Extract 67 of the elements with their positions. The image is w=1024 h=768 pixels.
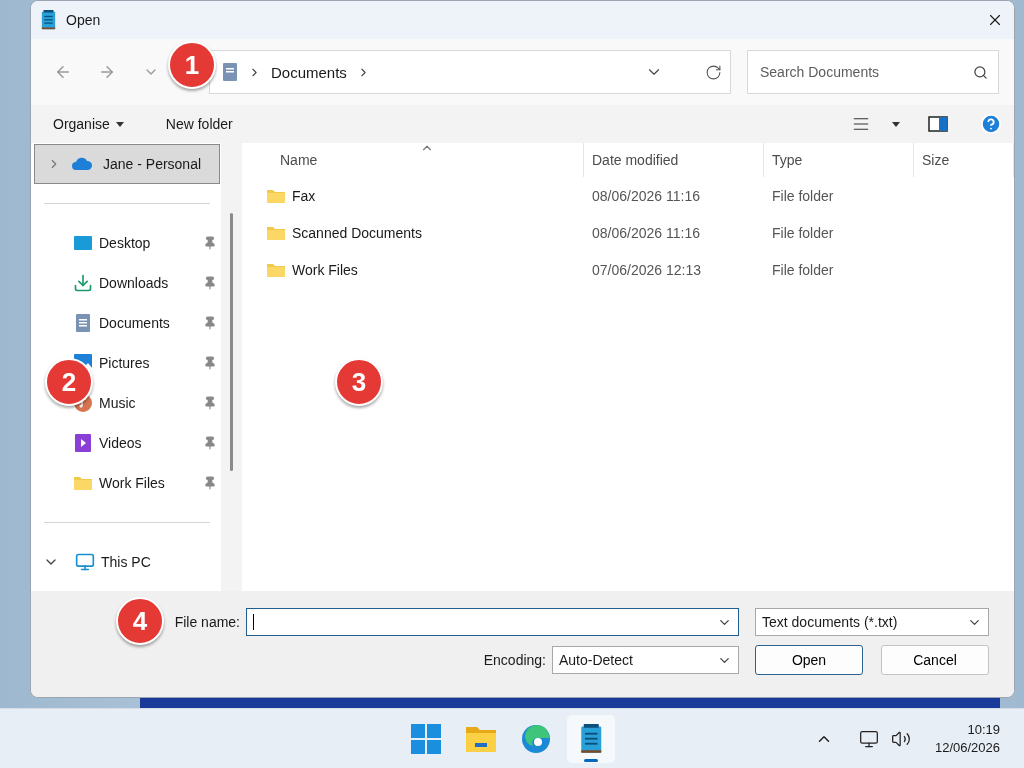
table-cell-text: File folder bbox=[771, 224, 835, 241]
download-icon bbox=[73, 273, 93, 293]
document-icon bbox=[73, 313, 93, 333]
organise-menu[interactable]: Organise bbox=[41, 112, 136, 136]
table-cell-text: 08/06/2026 11:16 bbox=[591, 224, 701, 241]
file-type-dropdown[interactable]: Text documents (*.txt) bbox=[755, 608, 989, 636]
windows-logo-icon bbox=[411, 723, 441, 754]
notepad-icon bbox=[579, 723, 603, 754]
clock[interactable]: 10:19 12/06/2026 bbox=[934, 720, 1000, 757]
table-cell-text: File folder bbox=[771, 187, 835, 204]
file-name[interactable]: Work Files bbox=[292, 261, 358, 278]
file-name[interactable]: Fax bbox=[292, 187, 316, 204]
field-label: Encoding: bbox=[483, 652, 546, 668]
forward-icon[interactable] bbox=[98, 63, 116, 81]
search-input[interactable]: Search Documents bbox=[758, 63, 973, 81]
column-header[interactable]: Type bbox=[764, 143, 914, 177]
table-cell-text: File folder bbox=[771, 261, 835, 278]
column-header[interactable]: Date modified bbox=[584, 143, 764, 177]
file-name-field[interactable] bbox=[246, 608, 739, 636]
new-folder-button[interactable]: New folder bbox=[153, 112, 245, 136]
back-icon[interactable] bbox=[54, 63, 72, 81]
sidebar-item[interactable]: This PC bbox=[31, 542, 221, 582]
table-cell-text: 08/06/2026 11:16 bbox=[591, 187, 701, 204]
folder-icon bbox=[266, 261, 286, 278]
file-name[interactable]: Scanned Documents bbox=[292, 224, 422, 241]
table-cell-text: 07/06/2026 12:13 bbox=[591, 261, 702, 278]
sidebar-item[interactable]: Music bbox=[99, 395, 197, 411]
desktop-icon bbox=[73, 234, 93, 252]
breadcrumb-item[interactable]: Documents bbox=[271, 63, 347, 81]
view-menu-icon[interactable] bbox=[852, 115, 870, 133]
cloud-icon bbox=[71, 157, 93, 171]
sidebar-item[interactable]: Jane - Personal bbox=[34, 144, 220, 184]
address-bar[interactable]: Documents bbox=[209, 50, 731, 94]
scrollbar-thumb[interactable] bbox=[229, 213, 233, 471]
preview-pane-icon[interactable] bbox=[928, 116, 948, 132]
sidebar-item[interactable]: Downloads bbox=[99, 275, 197, 291]
video-icon bbox=[73, 433, 93, 453]
refresh-icon[interactable] bbox=[705, 63, 722, 81]
notepad-icon bbox=[41, 10, 56, 30]
caret-icon[interactable] bbox=[892, 121, 900, 127]
column-header[interactable]: Name bbox=[242, 143, 584, 177]
sidebar-item[interactable]: Desktop bbox=[99, 235, 197, 251]
monitor-icon bbox=[75, 552, 95, 572]
sidebar-item[interactable]: Work Files bbox=[99, 475, 197, 491]
sidebar-item[interactable]: Documents bbox=[99, 315, 197, 331]
sidebar-item[interactable]: Videos bbox=[99, 435, 197, 451]
column-header[interactable]: Size bbox=[914, 143, 1014, 177]
taskbar-app[interactable] bbox=[567, 714, 615, 763]
search-icon[interactable] bbox=[973, 64, 988, 80]
folder-icon bbox=[266, 224, 286, 241]
encoding-dropdown[interactable]: Auto-Detect bbox=[552, 646, 739, 674]
cancel-button[interactable]: Cancel bbox=[881, 645, 989, 675]
folder-icon bbox=[73, 475, 93, 491]
sidebar-label: This PC bbox=[101, 554, 152, 570]
window-title: Open bbox=[66, 12, 102, 28]
browser-icon bbox=[521, 723, 551, 754]
help-icon[interactable] bbox=[980, 113, 1002, 135]
folder-icon bbox=[266, 187, 286, 204]
field-label: File name: bbox=[174, 614, 241, 630]
search-field[interactable]: Search Documents bbox=[747, 50, 999, 94]
caret-icon bbox=[115, 121, 124, 127]
folder-icon bbox=[465, 724, 497, 753]
sidebar-label: Jane - Personal bbox=[103, 156, 202, 172]
sidebar-item[interactable]: Pictures bbox=[99, 355, 197, 371]
open-button[interactable]: Open bbox=[755, 645, 863, 675]
network-icon[interactable] bbox=[858, 728, 879, 749]
document-icon bbox=[222, 63, 238, 81]
